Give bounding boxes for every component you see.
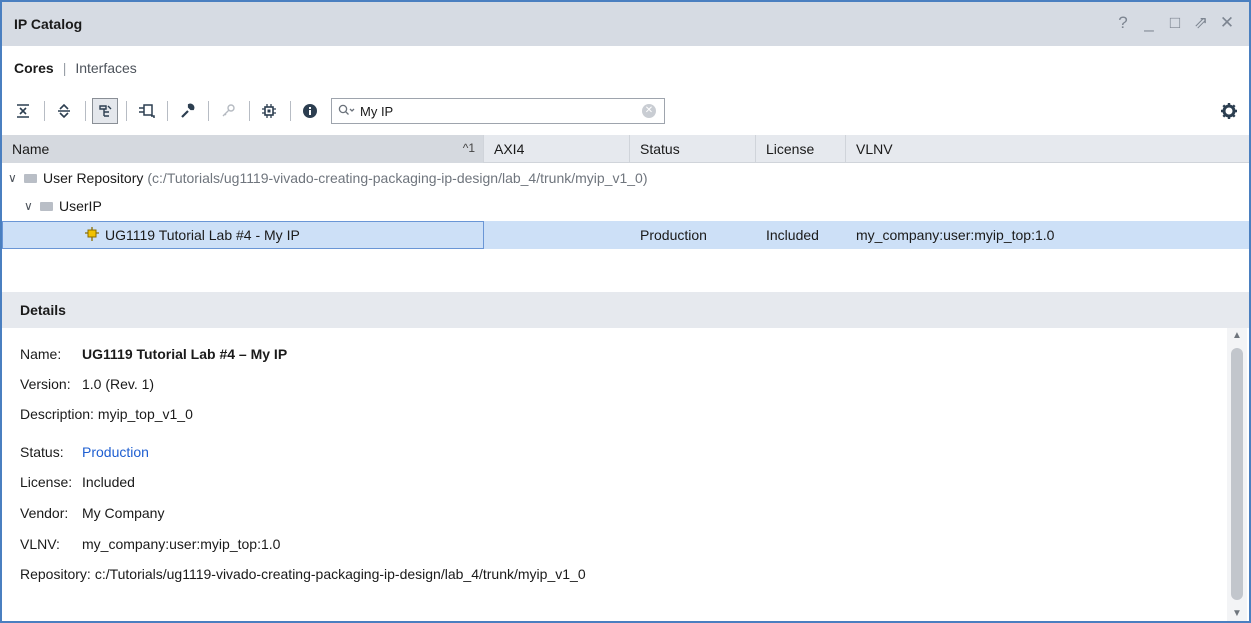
help-icon[interactable]: ? (1115, 14, 1131, 32)
key-icon[interactable] (215, 98, 241, 124)
window-title: IP Catalog (14, 16, 83, 32)
details-title: Details (20, 302, 66, 318)
ip-core-icon (85, 226, 99, 244)
ip-axi4-cell (484, 221, 630, 249)
ip-status-cell: Production (640, 227, 707, 243)
detail-license-row: License: Included (20, 474, 135, 490)
chevron-down-icon[interactable]: ∨ (8, 171, 24, 185)
collapse-all-icon[interactable] (10, 98, 36, 124)
repository-path: (c:/Tutorials/ug1119-vivado-creating-pac… (147, 170, 648, 186)
detail-status-row: Status: Production (20, 444, 149, 460)
detail-vendor-row: Vendor: My Company (20, 505, 164, 521)
column-license[interactable]: License (756, 135, 846, 163)
float-icon[interactable]: ⇗ (1193, 14, 1209, 32)
detail-name-row: Name: UG1119 Tutorial Lab #4 – My IP (20, 346, 287, 362)
table-row[interactable]: UG1119 Tutorial Lab #4 - My IP Productio… (2, 221, 1249, 249)
detail-label: Status: (20, 444, 64, 460)
detail-repository-row: Repository: c:/Tutorials/ug1119-vivado-c… (20, 566, 586, 582)
ip-catalog-window: IP Catalog ? _ □ ⇗ ✕ Cores | Interfaces (0, 0, 1251, 623)
detail-label: VLNV: (20, 536, 60, 552)
details-panel: Name: UG1119 Tutorial Lab #4 – My IP Ver… (2, 328, 1226, 621)
chip-icon[interactable] (256, 98, 282, 124)
gear-icon[interactable] (1219, 101, 1239, 121)
hierarchy-filter-icon[interactable] (92, 98, 118, 124)
tab-interfaces[interactable]: Interfaces (75, 60, 136, 76)
toolbar-divider (167, 101, 168, 121)
detail-description-value: myip_top_v1_0 (97, 406, 193, 422)
ip-name: UG1119 Tutorial Lab #4 - My IP (105, 227, 300, 243)
detail-label: Description: (20, 406, 94, 422)
folder-icon (40, 201, 53, 211)
detail-vendor-value: My Company (82, 505, 165, 521)
table-header: Name ^1 AXI4 Status License VLNV (2, 135, 1249, 163)
subtabs: Cores | Interfaces (2, 46, 1249, 90)
detail-vlnv-row: VLNV: my_company:user:myip_top:1.0 (20, 536, 280, 552)
column-license-label: License (766, 141, 815, 157)
group-label: UserIP (59, 198, 102, 214)
column-status[interactable]: Status (630, 135, 756, 163)
column-axi4-label: AXI4 (494, 141, 525, 157)
column-status-label: Status (640, 141, 680, 157)
clear-icon[interactable]: ✕ (642, 104, 656, 118)
folder-icon (24, 173, 37, 183)
detail-label: Version: (20, 376, 71, 392)
column-axi4[interactable]: AXI4 (484, 135, 630, 163)
sort-indicator: ^1 (462, 141, 475, 155)
wrench-icon[interactable] (174, 98, 200, 124)
search-icon[interactable] (338, 104, 356, 119)
expand-all-icon[interactable] (51, 98, 77, 124)
detail-status-link[interactable]: Production (82, 444, 149, 460)
column-name-label: Name (12, 141, 50, 157)
scrollbar-thumb[interactable] (1231, 348, 1243, 600)
detail-vlnv-value: my_company:user:myip_top:1.0 (82, 536, 281, 552)
tab-separator: | (62, 60, 67, 76)
tree-row-userip[interactable]: ∨ UserIP (2, 192, 1249, 220)
toolbar-divider (44, 101, 45, 121)
title-bar: IP Catalog ? _ □ ⇗ ✕ (2, 2, 1249, 46)
ip-license-cell: Included (766, 227, 819, 243)
chevron-down-icon[interactable]: ∨ (24, 199, 40, 213)
column-vlnv-label: VLNV (856, 141, 893, 157)
detail-version-value: 1.0 (Rev. 1) (82, 376, 155, 392)
details-scrollbar[interactable]: ▲ ▼ (1227, 328, 1247, 621)
detail-label: Vendor: (20, 505, 69, 521)
minimize-icon[interactable]: _ (1141, 14, 1157, 32)
detail-repository-value: c:/Tutorials/ug1119-vivado-creating-pack… (94, 566, 586, 582)
detail-version-row: Version: 1.0 (Rev. 1) (20, 376, 154, 392)
column-name[interactable]: Name ^1 (2, 135, 484, 163)
maximize-icon[interactable]: □ (1167, 14, 1183, 32)
column-vlnv[interactable]: VLNV (846, 135, 1249, 163)
tree-row-repository[interactable]: ∨ User Repository (c:/Tutorials/ug1119-v… (2, 164, 1249, 192)
toolbar-divider (249, 101, 250, 121)
customize-ip-icon[interactable] (133, 98, 159, 124)
close-icon[interactable]: ✕ (1219, 14, 1235, 32)
detail-name-value: UG1119 Tutorial Lab #4 – My IP (82, 346, 288, 362)
ip-name-cell: UG1119 Tutorial Lab #4 - My IP (2, 221, 484, 249)
detail-label: Repository: (20, 566, 91, 582)
ip-vlnv-cell: my_company:user:myip_top:1.0 (856, 227, 1055, 243)
userip-cell: ∨ UserIP (2, 192, 102, 220)
scroll-up-icon[interactable]: ▲ (1227, 330, 1247, 341)
scroll-down-icon[interactable]: ▼ (1227, 608, 1247, 619)
detail-license-value: Included (82, 474, 135, 490)
toolbar: ✕ (2, 90, 1249, 132)
detail-description-row: Description: myip_top_v1_0 (20, 406, 193, 422)
search-input[interactable] (360, 103, 630, 119)
window-controls: ? _ □ ⇗ ✕ (1115, 14, 1235, 32)
toolbar-divider (208, 101, 209, 121)
repository-label: User Repository (43, 170, 144, 186)
tab-cores[interactable]: Cores (14, 60, 54, 76)
detail-label: Name: (20, 346, 62, 362)
toolbar-divider (85, 101, 86, 121)
toolbar-divider (126, 101, 127, 121)
repository-cell: ∨ User Repository (c:/Tutorials/ug1119-v… (2, 164, 648, 192)
search-box[interactable]: ✕ (331, 98, 665, 124)
toolbar-divider (290, 101, 291, 121)
details-header: Details (2, 292, 1249, 328)
info-icon[interactable] (297, 98, 323, 124)
detail-label: License: (20, 474, 73, 490)
